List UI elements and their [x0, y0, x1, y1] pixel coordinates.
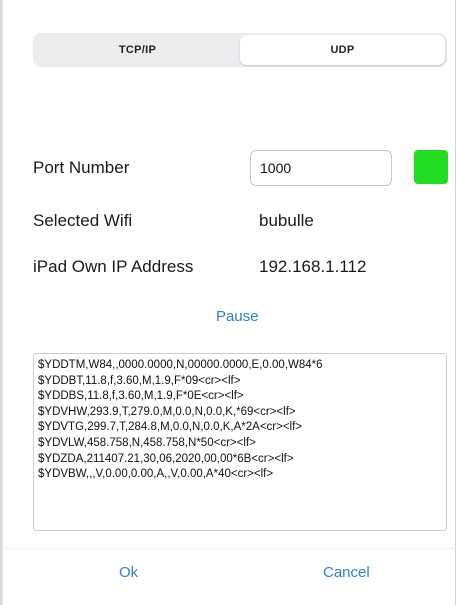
port-number-label: Port Number: [33, 158, 130, 177]
settings-dialog: TCP/IP UDP Port Number Selected Wifi bub…: [2, 0, 456, 605]
log-line: $YDVBW,,,V,0.00,0.00,A,,V,0.00,A*40<cr><…: [38, 468, 274, 481]
ok-button[interactable]: Ok: [119, 564, 138, 581]
selected-wifi-label: Selected Wifi: [33, 211, 133, 230]
log-line: $YDDBS,11.8,f,3.60,M,1.9,F*0E<cr><lf>: [38, 390, 244, 403]
ip-address-value: 192.168.1.112: [259, 257, 367, 276]
log-line: $YDVHW,293.9,T,279.0,M,0.0,N,0.0,K,*69<c…: [38, 405, 296, 418]
cancel-button[interactable]: Cancel: [323, 564, 370, 581]
log-line: $YDDTM,W84,,0000.0000,N,00000.0000,E,0.0…: [38, 359, 323, 371]
pause-button[interactable]: Pause: [216, 308, 259, 325]
selected-wifi-value: bubulle: [259, 211, 314, 230]
footer-divider: [5, 548, 456, 549]
log-line: $YDZDA,211407.21,30,06,2020,00,00*6B<cr>…: [38, 452, 294, 465]
nmea-log-textview[interactable]: $YDDTM,W84,,0000.0000,N,00000.0000,E,0.0…: [33, 353, 447, 531]
ip-address-label: iPad Own IP Address: [33, 257, 194, 276]
tab-udp[interactable]: UDP: [240, 35, 445, 65]
port-number-input[interactable]: [250, 150, 392, 186]
connection-status-indicator: [414, 150, 448, 184]
log-line: $YDVTG,299.7,T,284.8,M,0.0,N,0.0,K,A*2A<…: [38, 421, 303, 434]
log-line: $YDVLW,458.758,N,458.758,N*50<cr><lf>: [38, 436, 256, 449]
log-line: $YDDBT,11.8,f,3.60,M,1.9,F*09<cr><lf>: [38, 374, 241, 387]
protocol-segmented-control: TCP/IP UDP: [33, 33, 447, 67]
tab-tcp-ip[interactable]: TCP/IP: [35, 35, 240, 65]
